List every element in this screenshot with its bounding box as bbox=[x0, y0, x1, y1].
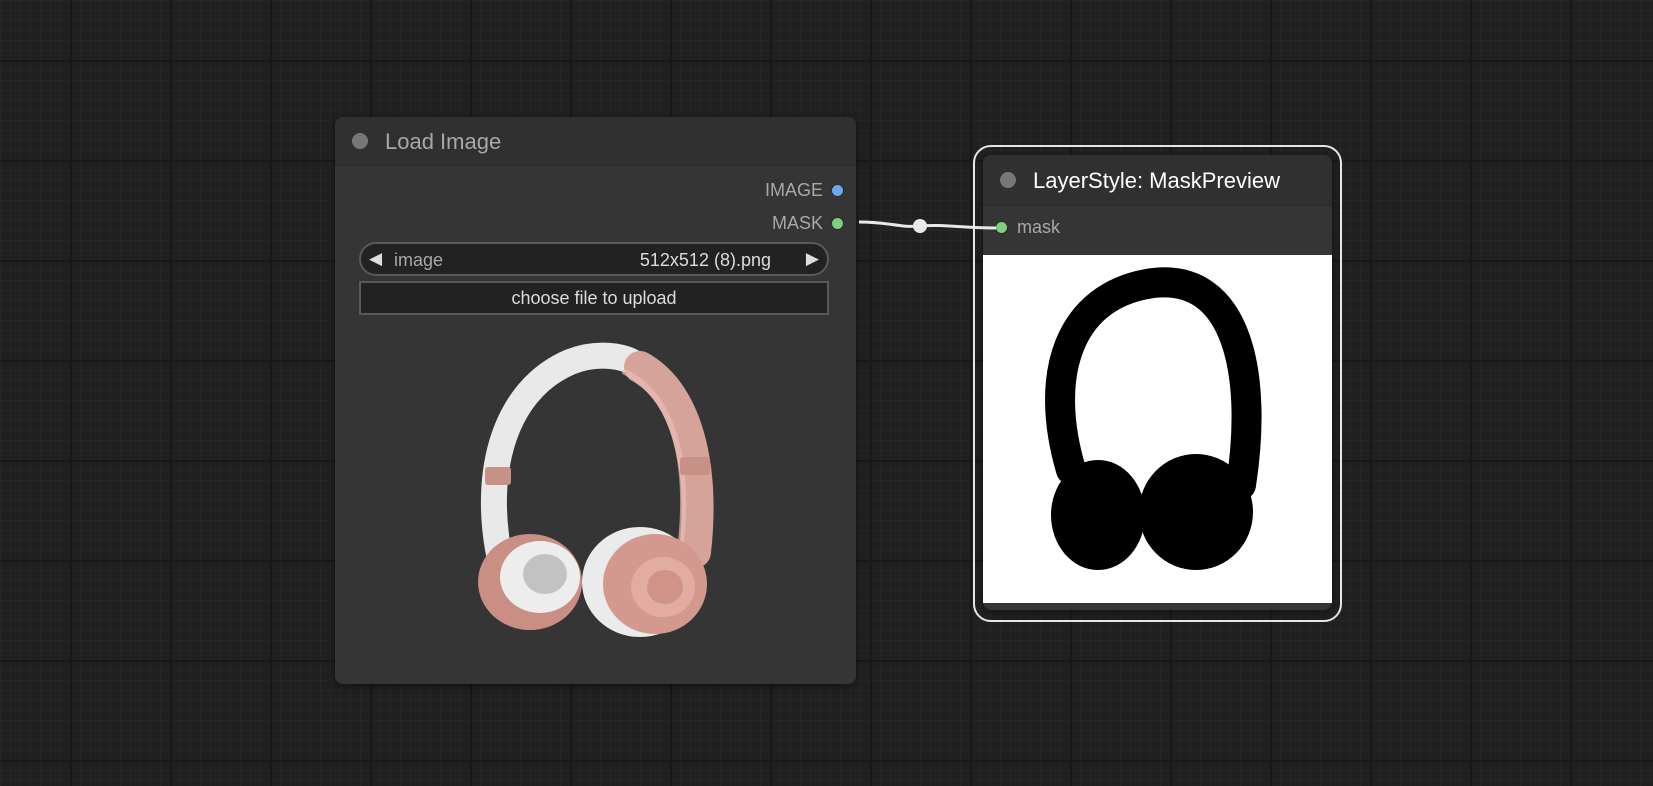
link-midpoint-handle bbox=[913, 219, 927, 233]
connection-link[interactable] bbox=[0, 0, 1653, 786]
